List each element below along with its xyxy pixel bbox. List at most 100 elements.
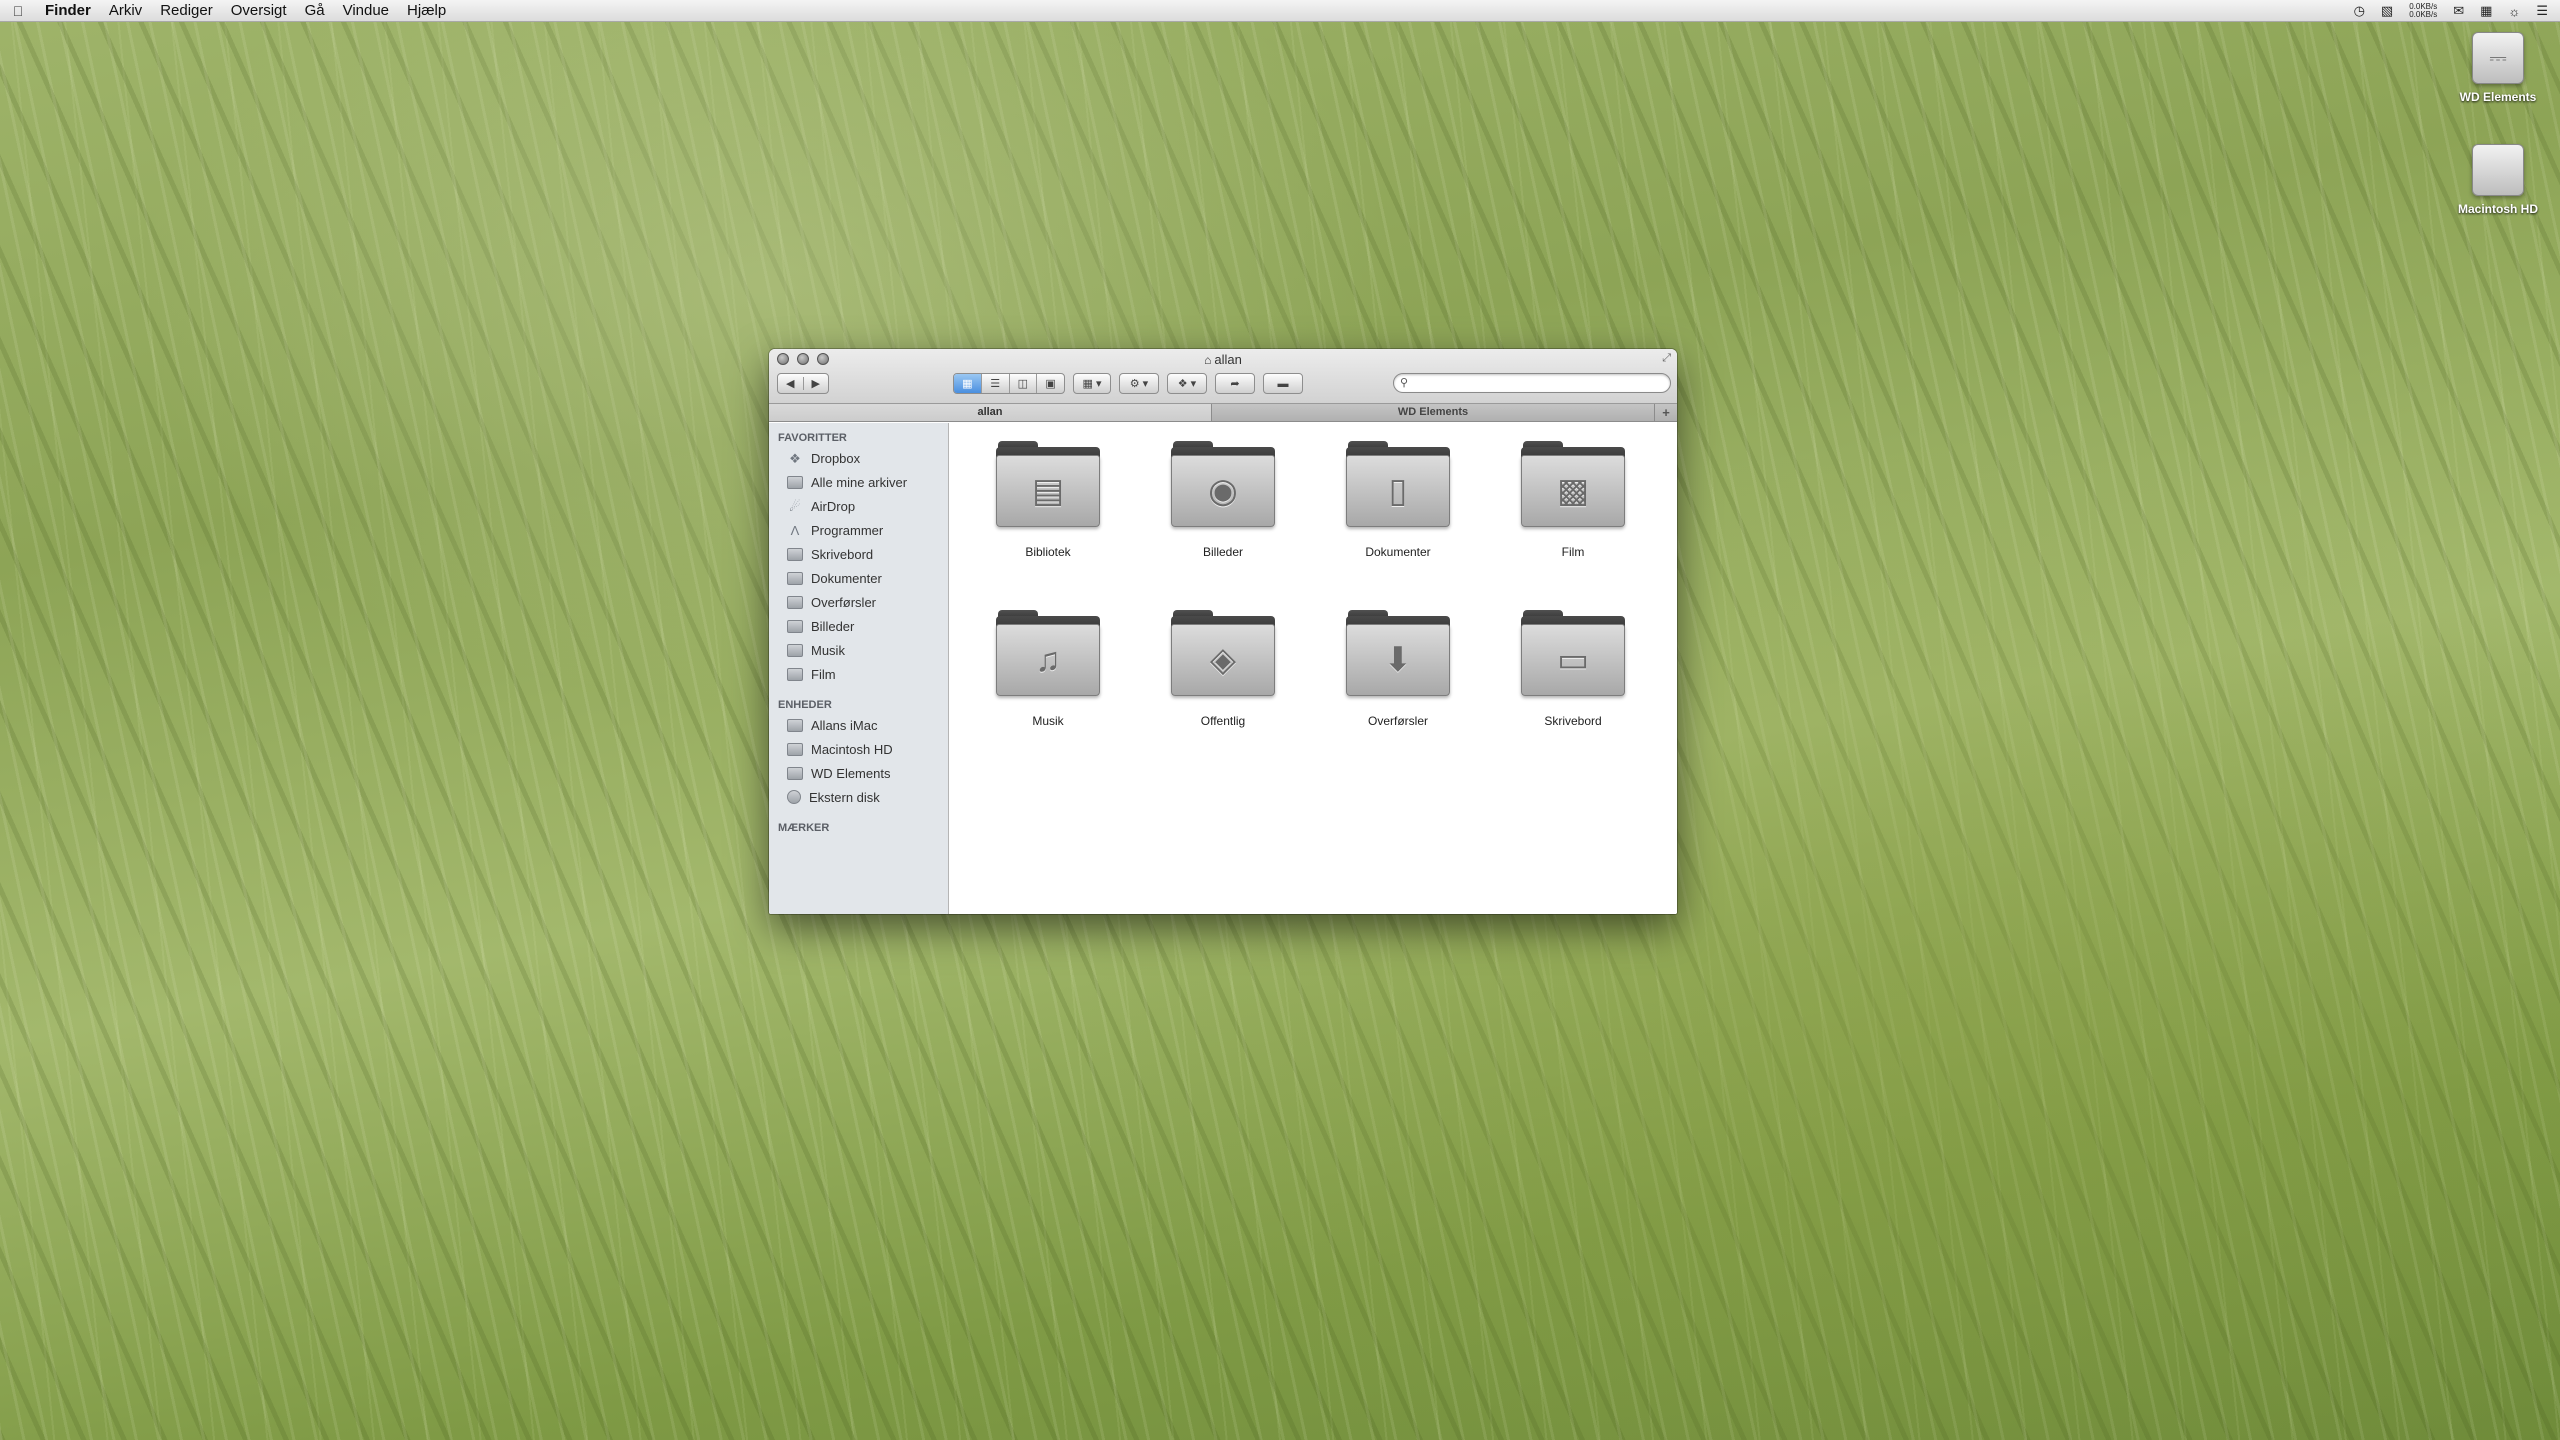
folder-label: Bibliotek [1025, 545, 1071, 559]
hard-drive-icon [787, 742, 803, 756]
sidebar-item-documents[interactable]: Dokumenter [769, 566, 948, 590]
folder-item-dokumenter[interactable]: ▯ Dokumenter [1323, 441, 1473, 559]
column-view-button[interactable]: ◫ [1008, 374, 1037, 393]
menu-arkiv[interactable]: Arkiv [100, 0, 151, 22]
list-view-button[interactable]: ☰ [980, 374, 1009, 393]
sidebar-heading-tags[interactable]: MÆRKER [769, 817, 948, 836]
folder-label: Offentlig [1200, 714, 1246, 728]
folder-icon [787, 619, 803, 633]
grid-icon[interactable]: ▦ [2480, 3, 2492, 19]
search-field[interactable]: ⚲ [1393, 373, 1671, 393]
all-files-icon [787, 475, 803, 489]
sidebar-item-downloads[interactable]: Overførsler [769, 590, 948, 614]
dropbox-button[interactable]: ❖ ▾ [1167, 373, 1207, 394]
sidebar-heading-devices[interactable]: ENHEDER [769, 694, 948, 713]
folder-item-offentlig[interactable]: ◈ Offentlig [1148, 610, 1298, 728]
time-machine-icon[interactable]: ◷ [2354, 3, 2365, 19]
menu-bar:  Finder Arkiv Rediger Oversigt Gå Vindu… [0, 0, 2560, 22]
desktop-screen-icon: ▭ [1521, 624, 1625, 696]
sidebar-item-label: WD Elements [811, 765, 891, 781]
menu-rediger[interactable]: Rediger [151, 0, 222, 22]
sidebar-item-pictures[interactable]: Billeder [769, 614, 948, 638]
desktop-icon-wd-elements[interactable]: ⎓ WD Elements [2448, 32, 2548, 104]
sidebar-item-dropbox[interactable]: ❖ Dropbox [769, 446, 948, 470]
sidebar-item-label: Billeder [811, 618, 855, 634]
public-sign-icon: ◈ [1171, 624, 1275, 696]
folder-label: Skrivebord [1544, 714, 1602, 728]
folder-item-bibliotek[interactable]: ▤ Bibliotek [973, 441, 1123, 559]
folder-label: Dokumenter [1365, 545, 1431, 559]
action-gear-button[interactable]: ⚙ ▾ [1119, 373, 1159, 394]
sidebar-item-macintosh-hd[interactable]: Macintosh HD [769, 737, 948, 761]
external-drive-icon [787, 766, 803, 780]
tab-wd-elements[interactable]: WD Elements [1212, 404, 1655, 421]
desktop-icon-label: WD Elements [2459, 90, 2537, 104]
disk-icon [787, 790, 801, 804]
sidebar-item-airdrop[interactable]: ☄ AirDrop [769, 494, 948, 518]
folder-icon: ▭ [1521, 610, 1625, 696]
folder-icon: ▯ [1346, 441, 1450, 527]
sidebar-item-applications[interactable]: Λ Programmer [769, 518, 948, 542]
sidebar-item-desktop[interactable]: Skrivebord [769, 542, 948, 566]
lock-status-icon[interactable]: ▧ [2381, 3, 2393, 19]
apple-menu-icon[interactable]:  [0, 3, 36, 19]
film-icon: ▩ [1521, 455, 1625, 527]
window-titlebar[interactable]: ⌂ allan ⤢ ◀ ▶ ▦ ☰ ◫ ▣ ▦ ▾ ⚙ ▾ ❖ ▾ ➦ ▬ ⚲ [769, 349, 1677, 404]
applications-icon: Λ [790, 522, 800, 538]
sidebar-item-label: Dropbox [811, 450, 861, 466]
coverflow-view-button[interactable]: ▣ [1036, 374, 1064, 393]
desktop-icon [787, 547, 803, 561]
folder-item-overforsler[interactable]: ⬇ Overførsler [1323, 610, 1473, 728]
folder-icon [787, 595, 803, 609]
usb-drive-icon: ⎓ [2472, 32, 2524, 84]
folder-icon [787, 643, 803, 657]
forward-button[interactable]: ▶ [802, 377, 829, 390]
view-mode-selector: ▦ ☰ ◫ ▣ [953, 373, 1065, 394]
fullscreen-icon[interactable]: ⤢ [1662, 352, 1671, 365]
arrange-button[interactable]: ▦ ▾ [1073, 373, 1111, 394]
tag-button[interactable]: ▬ [1263, 373, 1303, 394]
sidebar-item-allans-imac[interactable]: Allans iMac [769, 713, 948, 737]
folder-label: Billeder [1202, 545, 1244, 559]
sidebar-item-label: Overførsler [811, 594, 876, 610]
brightness-icon[interactable]: ☼ [2508, 4, 2520, 19]
computer-icon [787, 718, 803, 732]
folder-icon: ⬇ [1346, 610, 1450, 696]
new-tab-button[interactable]: + [1655, 404, 1677, 421]
menu-hjaelp[interactable]: Hjælp [398, 0, 455, 22]
dropbox-icon: ❖ [789, 450, 801, 466]
menu-vindue[interactable]: Vindue [334, 0, 398, 22]
search-icon: ⚲ [1400, 377, 1409, 389]
notification-center-icon[interactable]: ☰ [2536, 3, 2548, 19]
tab-allan[interactable]: allan [769, 404, 1212, 421]
sidebar-item-wd-elements[interactable]: WD Elements [769, 761, 948, 785]
sidebar-item-all-files[interactable]: Alle mine arkiver [769, 470, 948, 494]
airdrop-icon: ☄ [789, 498, 801, 514]
folder-icon: ▩ [1521, 441, 1625, 527]
sidebar-heading-favorites[interactable]: FAVORITTER [769, 427, 948, 446]
menu-finder[interactable]: Finder [36, 0, 100, 22]
folder-item-film[interactable]: ▩ Film [1498, 441, 1648, 559]
folder-label: Film [1561, 545, 1585, 559]
menu-oversigt[interactable]: Oversigt [222, 0, 296, 22]
menu-ga[interactable]: Gå [296, 0, 334, 22]
network-speed-monitor[interactable]: 0.0KB/s 0.0KB/s [2409, 3, 2437, 19]
sidebar-item-external-disk[interactable]: Ekstern disk [769, 785, 948, 809]
sidebar-item-movies[interactable]: Film [769, 662, 948, 686]
back-button[interactable]: ◀ [778, 377, 803, 390]
folder-item-billeder[interactable]: ◉ Billeder [1148, 441, 1298, 559]
folder-icon: ▤ [996, 441, 1100, 527]
chat-icon[interactable]: ✉ [2453, 3, 2464, 19]
sidebar-item-music[interactable]: Musik [769, 638, 948, 662]
back-forward-control: ◀ ▶ [777, 373, 829, 394]
folder-item-musik[interactable]: ♫ Musik [973, 610, 1123, 728]
desktop-icon-macintosh-hd[interactable]: Macintosh HD [2448, 144, 2548, 216]
icon-view-button[interactable]: ▦ [954, 374, 981, 393]
folder-item-skrivebord[interactable]: ▭ Skrivebord [1498, 610, 1648, 728]
window-body: FAVORITTER ❖ Dropbox Alle mine arkiver ☄ A… [769, 423, 1677, 914]
tab-bar: allan WD Elements + [769, 404, 1677, 422]
share-button[interactable]: ➦ [1215, 373, 1255, 394]
sidebar-item-label: Programmer [811, 522, 884, 538]
camera-icon: ◉ [1171, 455, 1275, 527]
